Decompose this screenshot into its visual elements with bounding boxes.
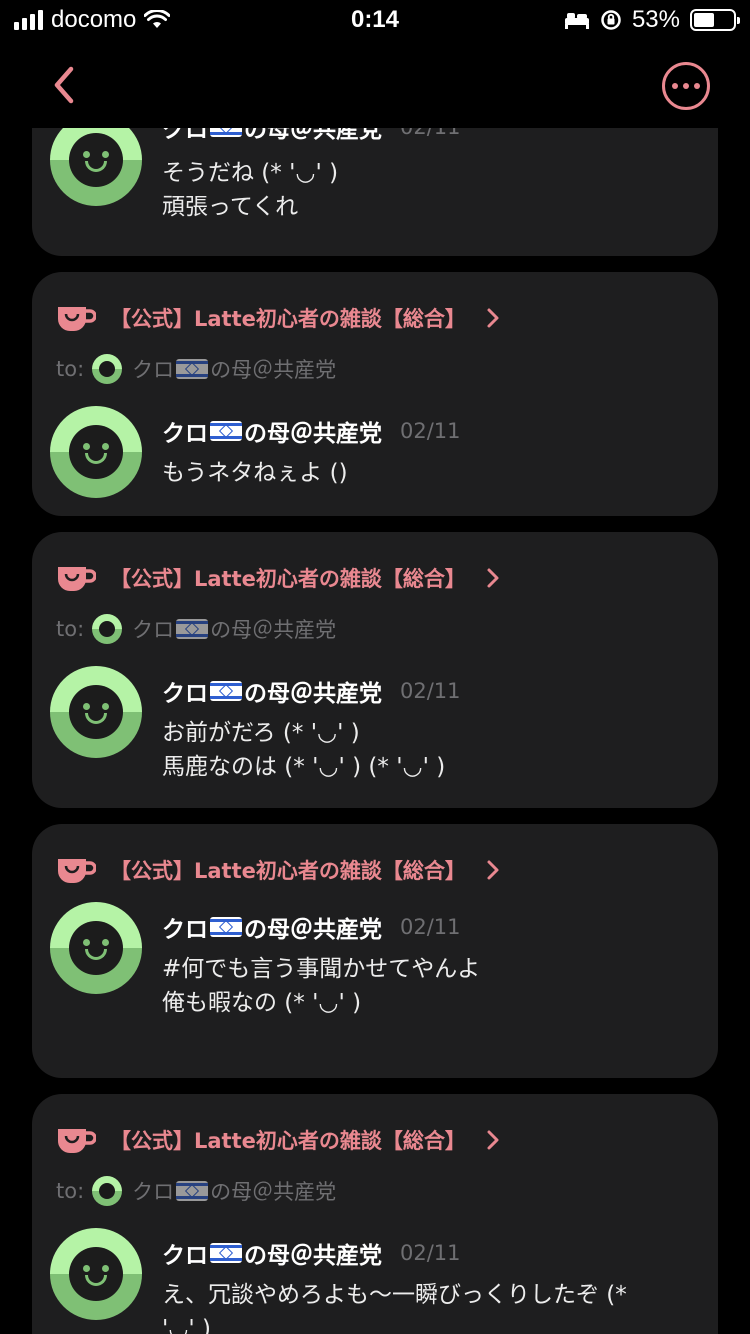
message-line: そうだね (* '◡' ) <box>162 160 339 186</box>
message-date: 02/11 <box>400 679 461 703</box>
message-date: 02/11 <box>400 915 461 939</box>
israel-flag-icon <box>210 421 242 441</box>
author-name: クロ <box>162 128 208 143</box>
message-line: 俺も暇なの (* '◡' ) <box>162 990 362 1016</box>
israel-flag-icon <box>210 917 242 937</box>
avatar[interactable] <box>50 128 142 206</box>
to-label: to: <box>56 357 85 381</box>
message-line: お前がだろ (* '◡' ) <box>162 720 360 746</box>
room-name: 【公式】Latte初心者の雑談【総合】 <box>110 859 466 883</box>
reply-to-row: to: クロ の母＠共産党 <box>56 354 336 384</box>
message-line: もうネタねぇよ () <box>162 460 348 486</box>
coffee-cup-icon <box>58 567 96 591</box>
avatar[interactable] <box>50 902 142 994</box>
israel-flag-icon <box>210 681 242 701</box>
avatar[interactable] <box>50 1228 142 1320</box>
recipient-name: クロ <box>132 1180 175 1204</box>
chevron-right-icon <box>487 1130 499 1150</box>
israel-flag-icon <box>210 1243 242 1263</box>
room-name: 【公式】Latte初心者の雑談【総合】 <box>110 307 466 331</box>
israel-flag-icon <box>176 619 209 639</box>
author-name-suffix: の母＠共産党 <box>244 681 382 707</box>
status-right: 53% <box>564 6 740 34</box>
recipient-name-suffix: の母＠共産党 <box>210 1180 337 1204</box>
room-name: 【公式】Latte初心者の雑談【総合】 <box>110 1129 466 1153</box>
room-name: 【公式】Latte初心者の雑談【総合】 <box>110 567 466 591</box>
author-name: クロ <box>162 917 208 943</box>
message-line: '◡' ) <box>162 1316 211 1334</box>
israel-flag-icon <box>176 359 209 379</box>
avatar[interactable] <box>50 666 142 758</box>
israel-flag-icon <box>176 1181 209 1201</box>
message-line: #何でも言う事聞かせてやんよ <box>162 956 481 982</box>
message-card[interactable]: クロ の母＠共産党 02/11 そうだね (* '◡' ) 頑張ってくれ <box>32 128 718 256</box>
message-body: お前がだろ (* '◡' ) 馬鹿なのは (* '◡' ) (* '◡' ) <box>162 716 702 784</box>
recipient-avatar <box>92 1176 123 1206</box>
message-card[interactable]: 【公式】Latte初心者の雑談【総合】 to: クロ の母＠共産党 クロ の母＠… <box>32 532 718 808</box>
author-name: クロ <box>162 1243 208 1269</box>
recipient-name: クロ <box>132 358 175 382</box>
israel-flag-icon <box>210 128 242 137</box>
message-line: 馬鹿なのは (* '◡' ) (* '◡' ) <box>162 754 446 780</box>
message-line: え、冗談やめろよも〜一瞬びっくりしたぞ (* <box>162 1282 627 1308</box>
author-row: クロ の母＠共産党 02/11 <box>162 414 461 448</box>
author-name: クロ <box>162 681 208 707</box>
sleep-bed-icon <box>564 13 589 29</box>
chevron-left-icon <box>54 66 74 104</box>
recipient-name: クロ <box>132 618 175 642</box>
reply-to-row: to: クロ の母＠共産党 <box>56 1176 336 1206</box>
author-name: クロ <box>162 421 208 447</box>
message-card[interactable]: 【公式】Latte初心者の雑談【総合】 to: クロ の母＠共産党 クロ の母＠… <box>32 272 718 516</box>
message-date: 02/11 <box>400 128 461 139</box>
message-body: もうネタねぇよ () <box>162 456 702 490</box>
recipient-name-suffix: の母＠共産党 <box>210 358 337 382</box>
message-date: 02/11 <box>400 419 461 443</box>
recipient-avatar <box>92 614 123 644</box>
recipient-name-suffix: の母＠共産党 <box>210 618 337 642</box>
room-link[interactable]: 【公式】Latte初心者の雑談【総合】 <box>56 854 500 886</box>
chevron-right-icon <box>487 568 499 588</box>
author-name-suffix: の母＠共産党 <box>244 128 382 143</box>
message-line: 頑張ってくれ <box>162 194 299 220</box>
author-row: クロ の母＠共産党 02/11 <box>162 1236 461 1270</box>
orientation-lock-icon <box>601 10 621 30</box>
room-link[interactable]: 【公式】Latte初心者の雑談【総合】 <box>56 562 500 594</box>
room-link[interactable]: 【公式】Latte初心者の雑談【総合】 <box>56 302 500 334</box>
author-row: クロ の母＠共産党 02/11 <box>162 910 461 944</box>
coffee-cup-icon <box>58 307 96 331</box>
status-bar: docomo 0:14 53% <box>0 0 750 42</box>
message-card[interactable]: 【公式】Latte初心者の雑談【総合】 クロ の母＠共産党 02/11 #何でも… <box>32 824 718 1078</box>
coffee-cup-icon <box>58 1129 96 1153</box>
to-label: to: <box>56 617 85 641</box>
back-button[interactable] <box>44 62 84 108</box>
room-link[interactable]: 【公式】Latte初心者の雑談【総合】 <box>56 1124 500 1156</box>
author-row: クロ の母＠共産党 02/11 <box>162 674 461 708</box>
coffee-cup-icon <box>58 859 96 883</box>
to-label: to: <box>56 1179 85 1203</box>
message-card[interactable]: 【公式】Latte初心者の雑談【総合】 to: クロ の母＠共産党 クロ の母＠… <box>32 1094 718 1334</box>
message-feed[interactable]: クロ の母＠共産党 02/11 そうだね (* '◡' ) 頑張ってくれ 【公式… <box>0 128 750 1334</box>
recipient-avatar <box>92 354 123 384</box>
battery-icon <box>690 9 740 31</box>
author-name-suffix: の母＠共産党 <box>244 1243 382 1269</box>
avatar[interactable] <box>50 406 142 498</box>
author-row: クロ の母＠共産党 02/11 <box>162 128 461 144</box>
more-options-button[interactable] <box>662 62 710 110</box>
reply-to-row: to: クロ の母＠共産党 <box>56 614 336 644</box>
battery-percent: 53% <box>631 6 680 33</box>
chevron-right-icon <box>487 860 499 880</box>
message-date: 02/11 <box>400 1241 461 1265</box>
author-name-suffix: の母＠共産党 <box>244 421 382 447</box>
message-body: #何でも言う事聞かせてやんよ 俺も暇なの (* '◡' ) <box>162 952 702 1020</box>
author-name-suffix: の母＠共産党 <box>244 917 382 943</box>
message-body: え、冗談やめろよも〜一瞬びっくりしたぞ (* '◡' ) <box>162 1278 702 1334</box>
navigation-bar <box>0 42 750 128</box>
message-body: そうだね (* '◡' ) 頑張ってくれ <box>162 156 702 224</box>
chevron-right-icon <box>487 308 499 328</box>
more-horizontal-icon <box>672 83 678 89</box>
